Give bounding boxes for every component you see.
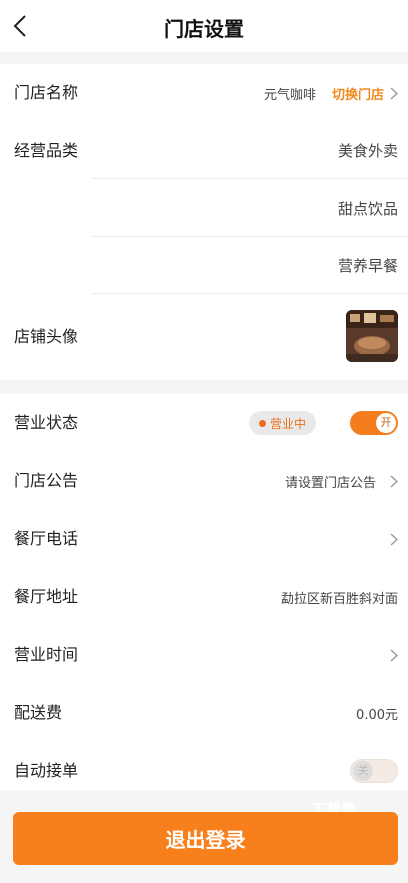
hours-label: 营业时间 — [14, 645, 79, 664]
address-row[interactable]: 餐厅地址 勐拉区新百胜斜对面 — [0, 568, 408, 626]
category-item[interactable]: 甜点饮品 — [338, 180, 398, 238]
store-name-label: 门店名称 — [14, 83, 79, 102]
hours-row[interactable]: 营业时间 — [0, 626, 408, 684]
shop-photo-icon — [346, 310, 398, 362]
chevron-right-icon — [390, 474, 398, 488]
phone-label: 餐厅电话 — [14, 529, 79, 548]
switch-store-link[interactable]: 切换门店 — [332, 84, 384, 103]
status-badge-text: 营业中 — [269, 416, 306, 431]
page-title: 门店设置 — [164, 17, 244, 41]
header-bar: 门店设置 — [0, 0, 408, 52]
notice-label: 门店公告 — [14, 471, 79, 490]
auto-accept-row: 自动接单 关 — [0, 742, 408, 800]
chevron-right-icon — [390, 648, 398, 662]
shop-avatar[interactable] — [346, 310, 398, 362]
business-status-toggle[interactable]: 开 — [350, 411, 398, 435]
auto-accept-label: 自动接单 — [14, 761, 79, 780]
avatar-label: 店铺头像 — [14, 327, 79, 346]
business-status-row: 营业状态 营业中 开 — [0, 394, 408, 452]
logout-button[interactable]: 退出登录 — [13, 812, 398, 865]
categories-label: 经营品类 — [14, 141, 79, 160]
chevron-right-icon — [390, 86, 398, 100]
operation-section: 营业状态 营业中 开 门店公告 请设置门店公告 餐厅电话 餐厅地址 勐拉区新百胜… — [0, 394, 408, 790]
delivery-fee-value: 0.00元 — [356, 707, 398, 723]
address-value: 勐拉区新百胜斜对面 — [280, 591, 398, 607]
divider — [92, 178, 408, 179]
category-item[interactable]: 美食外卖 — [338, 122, 398, 180]
divider — [92, 293, 408, 294]
toggle-knob: 关 — [353, 761, 373, 781]
business-status-label: 营业状态 — [14, 413, 79, 432]
notice-placeholder: 请设置门店公告 — [284, 475, 376, 491]
chevron-right-icon — [390, 532, 398, 546]
store-name-value: 元气咖啡 — [263, 87, 316, 103]
category-item[interactable]: 营养早餐 — [338, 237, 398, 295]
store-name-row[interactable]: 门店名称 元气咖啡 切换门店 — [0, 64, 408, 122]
notice-row[interactable]: 门店公告 请设置门店公告 — [0, 452, 408, 510]
delivery-fee-label: 配送费 — [14, 703, 63, 722]
status-badge: 营业中 — [248, 411, 316, 435]
auto-accept-toggle[interactable]: 关 — [350, 759, 398, 783]
toggle-knob: 开 — [376, 413, 396, 433]
address-label: 餐厅地址 — [14, 587, 79, 606]
store-info-section: 门店名称 元气咖啡 切换门店 经营品类 美食外卖 甜点饮品 营养早餐 店铺头像 — [0, 64, 408, 380]
phone-row[interactable]: 餐厅电话 — [0, 510, 408, 568]
delivery-fee-row[interactable]: 配送费 0.00元 — [0, 684, 408, 742]
status-dot-icon — [258, 419, 266, 427]
